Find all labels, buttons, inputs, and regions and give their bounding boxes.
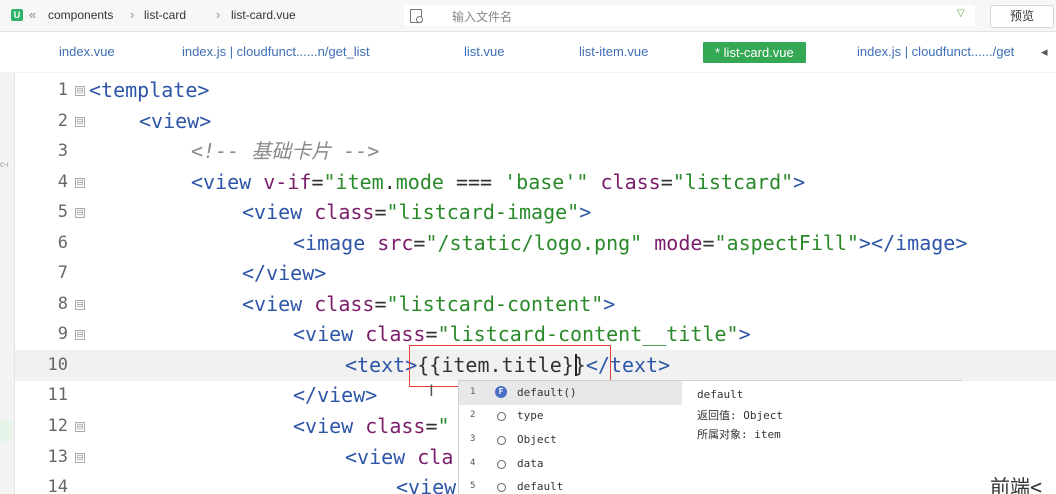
detail-owner: 所属对象: item bbox=[697, 428, 781, 441]
code-text: </view> bbox=[293, 383, 378, 407]
filter-icon[interactable]: ▽ bbox=[957, 8, 965, 19]
code-text: <view class=" bbox=[293, 414, 450, 438]
autocomplete-item[interactable]: 1 F default() bbox=[459, 381, 683, 405]
property-icon bbox=[497, 436, 506, 445]
code-line: 3 <!-- 基础卡片 --> bbox=[15, 136, 1056, 167]
tab-scroll-icon[interactable]: ◂ bbox=[1041, 44, 1048, 60]
line-number: 13 bbox=[47, 447, 68, 467]
line-number: 6 bbox=[57, 233, 68, 253]
detail-name: default bbox=[697, 388, 744, 401]
code-text: </view> bbox=[242, 261, 327, 285]
left-strip: c-ı bbox=[0, 72, 15, 494]
line-number: 4 bbox=[57, 172, 68, 192]
code-line: 7 </view> bbox=[15, 258, 1056, 289]
fold-icon[interactable]: ⊟ bbox=[75, 178, 85, 188]
file-search-placeholder: 输入文件名 bbox=[452, 10, 513, 24]
fold-icon[interactable]: ⊟ bbox=[75, 330, 85, 340]
autocomplete-item-number: 2 bbox=[470, 410, 476, 420]
top-bar: U « components › list-card › list-card.v… bbox=[0, 0, 1056, 32]
detail-return: 返回值: Object bbox=[697, 409, 783, 422]
autocomplete-item[interactable]: 3 Object bbox=[459, 428, 683, 452]
file-search-input[interactable]: 输入文件名 ▽ bbox=[404, 5, 975, 26]
code-line: 5 ⊟ <view class="listcard-image"> bbox=[15, 197, 1056, 228]
code-line: 2 ⊟ <view> bbox=[15, 106, 1056, 137]
autocomplete-item-number: 4 bbox=[470, 458, 476, 468]
breadcrumb-components[interactable]: components bbox=[48, 8, 113, 22]
code-text: <view class="listcard-image"> bbox=[242, 200, 592, 224]
left-strip-selection bbox=[0, 420, 12, 442]
autocomplete-item-label: data bbox=[517, 457, 544, 470]
autocomplete-item[interactable]: 4 data bbox=[459, 452, 683, 476]
property-icon bbox=[497, 460, 506, 469]
preview-button[interactable]: 预览 bbox=[990, 5, 1054, 28]
left-strip-mark: c-ı bbox=[0, 160, 9, 169]
property-icon bbox=[497, 483, 506, 492]
tab-list-card-vue[interactable]: * list-card.vue bbox=[703, 42, 806, 63]
code-line: 1 ⊟ <template> bbox=[15, 75, 1056, 106]
line-number: 11 bbox=[47, 385, 68, 405]
line-number: 9 bbox=[57, 324, 68, 344]
code-text: <view cla bbox=[345, 445, 454, 469]
app-logo-icon: U bbox=[11, 9, 23, 21]
back-icon[interactable]: « bbox=[29, 7, 36, 22]
line-number: 3 bbox=[57, 141, 68, 161]
tab-index-js-get[interactable]: index.js | cloudfunct....../get bbox=[857, 44, 1014, 59]
line-number: 10 bbox=[47, 355, 68, 375]
line-number: 8 bbox=[57, 294, 68, 314]
line-number: 7 bbox=[57, 263, 68, 283]
chevron-right-icon: › bbox=[130, 7, 135, 22]
autocomplete-item[interactable]: 5 default bbox=[459, 475, 683, 494]
fold-icon[interactable]: ⊟ bbox=[75, 422, 85, 432]
code-text: <view bbox=[396, 475, 457, 494]
code-text: <image src="/static/logo.png" mode="aspe… bbox=[293, 231, 968, 255]
autocomplete-item-number: 5 bbox=[470, 481, 476, 491]
text-cursor bbox=[575, 354, 577, 376]
autocomplete-item-label: type bbox=[517, 409, 544, 422]
tab-index-vue[interactable]: index.vue bbox=[59, 44, 115, 59]
file-search-icon bbox=[410, 9, 423, 23]
ibeam-cursor-icon: I bbox=[429, 381, 434, 400]
tab-list-item-vue[interactable]: list-item.vue bbox=[579, 44, 648, 59]
code-line: 6 <image src="/static/logo.png" mode="as… bbox=[15, 228, 1056, 259]
tab-index-js-get-list[interactable]: index.js | cloudfunct......n/get_list bbox=[182, 44, 370, 59]
fold-icon[interactable]: ⊟ bbox=[75, 208, 85, 218]
autocomplete-list[interactable]: 1 F default() 2 type 3 Object 4 data 5 d… bbox=[458, 380, 684, 494]
code-text: <view class="listcard-content"> bbox=[242, 292, 616, 316]
property-icon bbox=[497, 412, 506, 421]
line-number: 2 bbox=[57, 111, 68, 131]
line-number: 14 bbox=[47, 477, 68, 494]
autocomplete-item-number: 1 bbox=[470, 387, 476, 397]
autocomplete-item-label: default bbox=[517, 480, 564, 493]
autocomplete-detail: default 返回值: Object 所属对象: item bbox=[682, 380, 962, 494]
fold-icon[interactable]: ⊟ bbox=[75, 86, 85, 96]
code-text-tail: 前端< bbox=[990, 475, 1043, 494]
code-text: <template> bbox=[89, 78, 210, 102]
fold-icon[interactable]: ⊟ bbox=[75, 117, 85, 127]
autocomplete-item[interactable]: 2 type bbox=[459, 404, 683, 428]
code-text: <view v-if="item.mode === 'base'" class=… bbox=[191, 170, 806, 194]
autocomplete-item-label: default() bbox=[517, 386, 577, 399]
breadcrumb-file[interactable]: list-card.vue bbox=[231, 8, 296, 22]
code-text: <view> bbox=[139, 109, 212, 133]
autocomplete-item-number: 3 bbox=[470, 434, 476, 444]
code-line: 4 ⊟ <view v-if="item.mode === 'base'" cl… bbox=[15, 167, 1056, 198]
tab-list-vue[interactable]: list.vue bbox=[464, 44, 504, 59]
fold-icon[interactable]: ⊟ bbox=[75, 300, 85, 310]
chevron-right-icon: › bbox=[216, 7, 221, 22]
function-icon: F bbox=[495, 386, 507, 398]
autocomplete-item-label: Object bbox=[517, 433, 557, 446]
breadcrumb-list-card[interactable]: list-card bbox=[144, 8, 186, 22]
code-line: 8 ⊟ <view class="listcard-content"> bbox=[15, 289, 1056, 320]
line-number: 1 bbox=[57, 80, 68, 100]
line-number: 5 bbox=[57, 202, 68, 222]
editor-window: U « components › list-card › list-card.v… bbox=[0, 0, 1056, 494]
tab-bar: index.vue index.js | cloudfunct......n/g… bbox=[0, 32, 1056, 73]
fold-icon[interactable]: ⊟ bbox=[75, 453, 85, 463]
code-text: <!-- 基础卡片 --> bbox=[191, 139, 380, 163]
line-number: 12 bbox=[47, 416, 68, 436]
